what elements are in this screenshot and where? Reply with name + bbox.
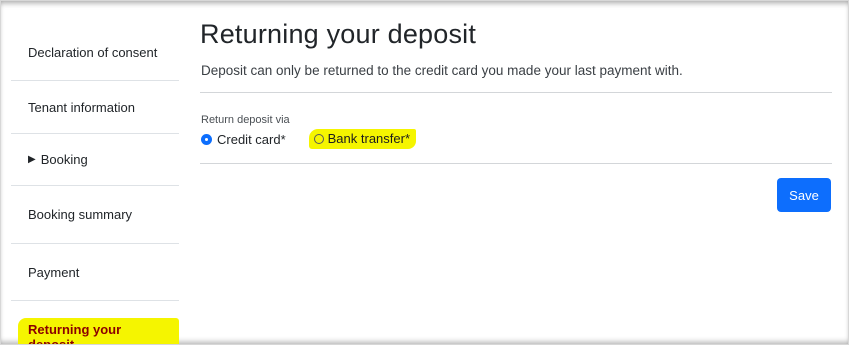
divider (200, 92, 832, 93)
bank-transfer-option[interactable]: Bank transfer* (308, 129, 417, 149)
page-subtitle: Deposit can only be returned to the cred… (201, 63, 683, 78)
app-window: Declaration of consent Tenant informatio… (0, 0, 849, 345)
page-title: Returning your deposit (200, 19, 477, 49)
sidebar-item-tenant-information[interactable]: Tenant information (11, 81, 179, 134)
sidebar-item-label: Booking summary (28, 207, 133, 222)
sidebar-item-declaration-of-consent[interactable]: Declaration of consent (11, 24, 179, 81)
sidebar-nav: Declaration of consent Tenant informatio… (11, 1, 179, 344)
caret-right-icon: ▶ (28, 154, 36, 165)
bank-transfer-radio[interactable] (313, 133, 324, 144)
sidebar-item-booking-summary[interactable]: Booking summary (11, 186, 179, 244)
main-content: Returning your deposit Deposit can only … (200, 1, 832, 344)
divider (200, 163, 832, 164)
sidebar-item-payment[interactable]: Payment (11, 244, 179, 301)
sidebar-item-label-active: Returning your deposit (18, 318, 179, 344)
return-deposit-radio-group: Credit card* Bank transfer* (201, 129, 417, 149)
sidebar-item-label: Tenant information (28, 99, 135, 115)
credit-card-radio[interactable] (201, 133, 212, 145)
return-deposit-label: Return deposit via (201, 114, 290, 126)
sidebar-item-label: Declaration of consent (28, 44, 158, 60)
sidebar-item-booking[interactable]: ▶ Booking (11, 134, 179, 186)
bank-transfer-label: Bank transfer* (327, 131, 411, 146)
credit-card-option[interactable]: Credit card* (201, 132, 286, 147)
save-button[interactable]: Save (777, 178, 831, 212)
sidebar-item-label: Payment (28, 264, 80, 280)
sidebar-item-returning-your-deposit[interactable]: Returning your deposit (11, 301, 179, 344)
sidebar-item-label: Booking (40, 152, 88, 167)
credit-card-label: Credit card* (217, 131, 286, 147)
